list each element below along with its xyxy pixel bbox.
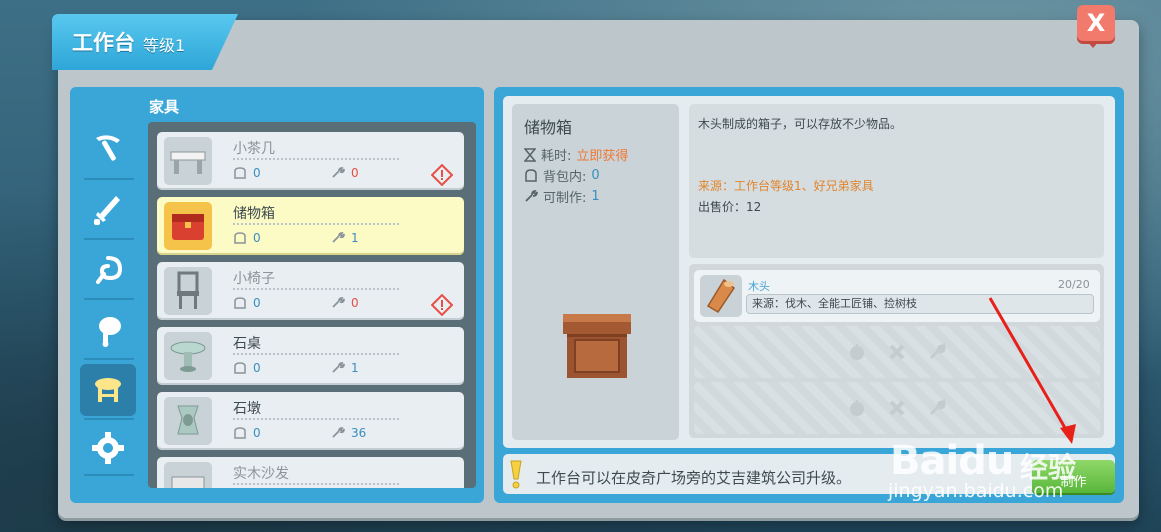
- watermark-url: jingyan.baidu.com: [888, 480, 1064, 502]
- window-title: 工作台: [72, 31, 135, 55]
- item-bag-count: 0: [233, 361, 261, 375]
- tab-food[interactable]: [78, 304, 138, 356]
- backpack-icon: [234, 362, 246, 374]
- item-divider: [233, 288, 399, 290]
- close-icon: X: [1086, 9, 1106, 37]
- cross-icon: [889, 344, 905, 360]
- item-craft-count: 0: [331, 166, 359, 180]
- list-item-storage-box[interactable]: 储物箱 0 1: [157, 197, 464, 255]
- tab-gathering[interactable]: [78, 244, 138, 296]
- item-name: 小椅子: [233, 271, 275, 287]
- wrench-icon: [929, 343, 946, 360]
- item-divider: [233, 483, 399, 485]
- category-tabs: [78, 116, 140, 476]
- stone-stool-icon: [164, 397, 212, 445]
- item-name: 储物箱: [233, 206, 275, 222]
- apple-icon: [850, 400, 864, 416]
- hourglass-icon: [524, 147, 536, 162]
- tab-divider: [84, 474, 134, 476]
- tab-furniture[interactable]: [80, 364, 136, 416]
- cross-icon: [889, 400, 905, 416]
- item-list[interactable]: 小茶几 0 0 储物箱 0 1 小椅子 0 0 石桌 0 1 石墩 0 36 实…: [148, 122, 476, 488]
- item-bag-count: 0: [233, 426, 261, 440]
- chair-icon: [164, 267, 212, 315]
- backpack-icon: [234, 427, 246, 439]
- backpack-icon: [234, 232, 246, 244]
- wrench-icon: [332, 167, 345, 178]
- pickaxe-icon: [96, 135, 120, 161]
- wood-icon: [700, 275, 742, 317]
- item-price: 出售价：12: [698, 200, 762, 214]
- item-name: 实木沙发: [233, 466, 289, 482]
- craftable-stat: 可制作: 1: [524, 187, 600, 206]
- wrench-icon: [332, 297, 345, 308]
- item-source: 来源：工作台等级1、好兄弟家具: [698, 179, 874, 193]
- item-craft-count: 36: [331, 426, 366, 440]
- tab-divider: [84, 178, 134, 180]
- warning-icon: [431, 164, 453, 186]
- item-bag-count: 0: [233, 166, 261, 180]
- sword-icon: [94, 196, 120, 225]
- tea-table-icon: [164, 137, 212, 185]
- list-item-wooden-sofa[interactable]: 实木沙发: [157, 457, 464, 488]
- tab-divider: [84, 298, 134, 300]
- stool-icon: [95, 378, 121, 402]
- warning-icon: [431, 294, 453, 316]
- close-button[interactable]: X: [1077, 5, 1115, 48]
- tab-tools[interactable]: [78, 122, 138, 174]
- list-item-small-chair[interactable]: 小椅子 0 0: [157, 262, 464, 320]
- item-name: 石墩: [233, 401, 261, 417]
- item-description: 木头制成的箱子，可以存放不少物品。: [698, 117, 903, 131]
- item-divider: [233, 158, 399, 160]
- list-item-stone-table[interactable]: 石桌 0 1: [157, 327, 464, 385]
- item-craft-count: 1: [331, 361, 359, 375]
- backpack-icon: [525, 169, 537, 182]
- tab-materials[interactable]: [78, 422, 138, 474]
- tab-divider: [84, 358, 134, 360]
- material-name: 木头: [748, 280, 770, 293]
- tab-weapons[interactable]: [78, 184, 138, 236]
- window-title-tab: 工作台 等级1: [52, 14, 238, 70]
- backpack-icon: [234, 167, 246, 179]
- list-item-stone-stool[interactable]: 石墩 0 36: [157, 392, 464, 450]
- wrench-icon: [929, 399, 946, 416]
- item-bag-count: 0: [233, 296, 261, 310]
- apple-icon: [850, 344, 864, 360]
- item-divider: [233, 223, 399, 225]
- wrench-icon: [332, 427, 345, 438]
- item-name: 小茶几: [233, 141, 275, 157]
- bag-stat: 背包内: 0: [524, 166, 600, 185]
- item-craft-count: 0: [331, 296, 359, 310]
- backpack-icon: [234, 297, 246, 309]
- gear-icon: [92, 432, 124, 464]
- item-name: 石桌: [233, 336, 261, 352]
- meat-icon: [99, 317, 121, 347]
- sofa-icon: [164, 462, 212, 488]
- time-stat: 耗时: 立即获得: [524, 145, 628, 164]
- red-arrow-annotation: [988, 297, 1076, 444]
- hook-icon: [96, 256, 123, 284]
- tab-divider: [84, 418, 134, 420]
- tip-text: 工作台可以在皮奇广场旁的艾吉建筑公司升级。: [536, 469, 852, 487]
- wrench-icon: [332, 362, 345, 373]
- stone-table-icon: [164, 332, 212, 380]
- exclamation-icon: [510, 460, 522, 489]
- wrench-icon: [332, 232, 345, 243]
- storage-box-preview: [563, 314, 631, 378]
- tab-divider: [84, 238, 134, 240]
- item-bag-count: 0: [233, 231, 261, 245]
- detail-item-name: 储物箱: [524, 118, 573, 137]
- item-divider: [233, 353, 399, 355]
- window-level: 等级1: [143, 36, 186, 55]
- item-divider: [233, 418, 399, 420]
- wrench-icon: [525, 190, 538, 202]
- storage-box-icon: [164, 202, 212, 250]
- category-title: 家具: [149, 98, 180, 116]
- item-craft-count: 1: [331, 231, 359, 245]
- list-item-tea-table[interactable]: 小茶几 0 0: [157, 132, 464, 190]
